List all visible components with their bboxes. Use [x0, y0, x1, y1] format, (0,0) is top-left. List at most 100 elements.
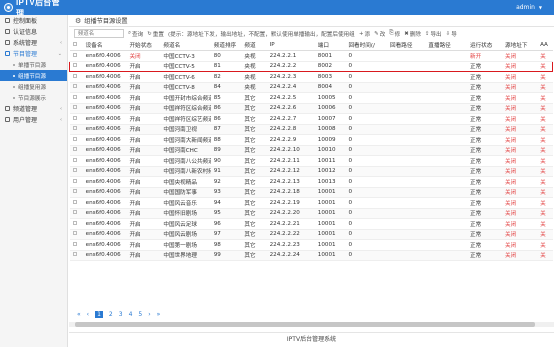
table-row[interactable]: ens6f0.4006 开启 中国CCTV-8 84 央视 224.2.2.4 8004 0 正… — [69, 82, 553, 93]
column-header[interactable]: 回看时间(/ — [345, 40, 388, 51]
table-cell: 关 — [537, 176, 553, 188]
row-checkbox[interactable] — [68, 60, 83, 72]
sidebar-item-dashboard[interactable]: 控制面板 — [0, 15, 67, 26]
row-checkbox[interactable] — [69, 197, 83, 209]
sidebar-subitem-multiplex[interactable]: 组播复用源 — [0, 81, 67, 92]
row-checkbox[interactable] — [69, 113, 83, 125]
row-checkbox[interactable] — [69, 145, 83, 156]
table-row[interactable]: ens6f0.4006 开启 中国河南八新农村频 91 其它 224.2.2.12 1001… — [69, 166, 553, 177]
reset-button[interactable]: ↻ 重置 — [147, 30, 164, 38]
table-cell: 其它 — [241, 166, 267, 177]
row-checkbox[interactable] — [69, 250, 83, 261]
table-cell — [387, 155, 426, 167]
row-checkbox[interactable] — [69, 229, 83, 240]
refresh-icon: ↻ — [147, 30, 152, 37]
row-checkbox[interactable] — [69, 103, 83, 114]
column-header[interactable]: 频道 — [241, 40, 267, 51]
column-header[interactable]: AA — [537, 40, 553, 51]
page-button[interactable]: 1 — [95, 311, 103, 318]
sidebar-subitem-multicast[interactable]: 组播节目源 — [0, 70, 67, 81]
table-row[interactable]: ens6f0.4006 开启 中国风云足球 96 其它 224.2.2.21 10001 0 正… — [69, 218, 553, 230]
table-row[interactable]: ens6f0.4006 开启 中国CCTV-6 82 央视 224.2.2.3 8003 0 正… — [69, 71, 553, 83]
column-header[interactable]: 频道排序 — [210, 40, 242, 51]
table-row[interactable]: ens6f0.4006 开启 中国风云剧场 97 其它 224.2.2.22 10001 0 正… — [69, 229, 553, 240]
import-button[interactable]: ⇩ 导 — [446, 30, 457, 38]
row-checkbox[interactable] — [69, 187, 83, 198]
row-checkbox[interactable] — [69, 166, 83, 177]
table-row[interactable]: ens6f0.4006 关闭 中国CCTV-3 80 央视 224.2.2.1 8001 0 新… — [69, 50, 553, 62]
search-input[interactable] — [74, 29, 124, 38]
table-row[interactable]: ens6f0.4006 开启 中国风云音乐 94 其它 224.2.2.19 10001 0 正… — [69, 197, 553, 209]
copy-button[interactable]: ⎘ 修 — [389, 30, 400, 38]
query-button[interactable]: ⌕ 查询 — [128, 30, 143, 38]
table-row[interactable]: ens6f0.4006 开启 中国河南大新闻频道 88 其它 224.2.2.9 10009… — [69, 134, 553, 146]
table-cell: 其它 — [241, 250, 267, 261]
user-menu[interactable]: admin — [516, 4, 535, 11]
table-cell: 开启 — [126, 60, 161, 72]
table-row[interactable]: ens6f0.4006 开启 中国世界地理 99 其它 224.2.2.24 10001 0 正… — [69, 250, 553, 261]
row-checkbox[interactable] — [69, 82, 83, 93]
column-header[interactable]: 开始状态 — [126, 40, 161, 51]
scrollbar-thumb[interactable] — [75, 322, 535, 327]
page-button[interactable]: 5 — [138, 311, 142, 318]
prev-page-button[interactable]: ‹ — [87, 311, 89, 318]
table-cell: 关 — [537, 187, 553, 198]
column-header[interactable]: 直播路径 — [425, 40, 467, 51]
table-row[interactable]: ens6f0.4006 开启 中国央视精品 92 其它 224.2.2.13 10013 0 正… — [69, 176, 553, 188]
column-header[interactable]: 设备名 — [82, 40, 127, 51]
table-row[interactable]: ens6f0.4006 开启 中国祥符区综艺频道 86 其它 224.2.2.7 10007… — [69, 113, 553, 125]
table-cell: 正常 — [466, 92, 503, 104]
table-row[interactable]: ens6f0.4006 开启 中国怀旧剧场 95 其它 224.2.2.20 10001 0 正… — [69, 208, 553, 219]
last-page-button[interactable]: » — [157, 311, 161, 318]
select-all-checkbox[interactable] — [69, 40, 83, 51]
sidebar-item-system[interactable]: 系统管理 ‹ — [0, 37, 67, 48]
table-row[interactable]: ens6f0.4006 开启 中国开封市综合频道 85 其它 224.2.2.5 10005… — [69, 92, 553, 104]
add-button[interactable]: + 添 — [359, 30, 370, 38]
table-row[interactable]: ens6f0.4006 开启 中国第一剧场 98 其它 224.2.2.23 10001 0 正… — [69, 239, 553, 251]
row-checkbox[interactable] — [69, 134, 83, 146]
column-header[interactable]: 运行状态 — [466, 40, 503, 51]
table-row[interactable]: ens6f0.4006 开启 中国国防军事 93 其它 224.2.2.18 10001 0 正… — [69, 187, 553, 198]
sidebar-item-users[interactable]: 用户管理 ‹ — [0, 114, 67, 125]
row-checkbox[interactable] — [69, 124, 83, 135]
page-button[interactable]: 4 — [129, 311, 133, 318]
column-header[interactable]: 频道名 — [160, 40, 211, 51]
export-button[interactable]: ⇪ 导出 — [425, 30, 442, 38]
column-header[interactable]: 端口 — [314, 40, 346, 51]
chevron-down-icon[interactable]: ▼ — [539, 5, 542, 10]
table-row[interactable]: ens6f0.4006 开启 中国河南CHC 89 其它 224.2.2.10 10010 0… — [69, 145, 553, 156]
table-cell: 92 — [210, 176, 242, 188]
table-row[interactable]: ens6f0.4006 开启 中国CCTV-5 81 央视 224.2.2.2 8002 0 正… — [68, 60, 554, 72]
table-cell: 224.2.2.13 — [266, 176, 315, 188]
sidebar-subitem-display[interactable]: 节目源展示 — [0, 92, 67, 103]
sidebar-subitem-unicast[interactable]: 单播节目源 — [0, 59, 67, 70]
table-cell — [425, 103, 467, 114]
row-checkbox[interactable] — [69, 71, 83, 83]
page-button[interactable]: 2 — [109, 311, 113, 318]
row-checkbox[interactable] — [69, 176, 83, 188]
column-header[interactable]: IP — [266, 40, 315, 51]
page-button[interactable]: 3 — [119, 311, 123, 318]
row-checkbox[interactable] — [69, 92, 83, 104]
column-header[interactable]: 源地址下 — [502, 40, 538, 51]
table-row[interactable]: ens6f0.4006 开启 中国河南卫视 87 其它 224.2.2.8 10008 0 正常… — [69, 124, 553, 135]
table-cell: 0 — [345, 197, 388, 209]
row-checkbox[interactable] — [69, 239, 83, 251]
delete-button[interactable]: ✖ 删除 — [404, 30, 421, 38]
row-checkbox[interactable] — [69, 155, 83, 167]
table-row[interactable]: ens6f0.4006 开启 中国祥符区综合频道 86 其它 224.2.2.6 10006… — [69, 103, 553, 114]
row-checkbox[interactable] — [69, 50, 83, 62]
table-cell: 中国祥符区综合频道 — [160, 103, 211, 114]
next-page-button[interactable]: › — [148, 311, 150, 318]
table-cell: 关 — [537, 229, 553, 240]
first-page-button[interactable]: « — [77, 311, 81, 318]
row-checkbox[interactable] — [69, 208, 83, 219]
sidebar-item-auth[interactable]: 认证信息 — [0, 26, 67, 37]
sidebar-item-channels[interactable]: 频道管理 ‹ — [0, 103, 67, 114]
horizontal-scrollbar[interactable] — [69, 322, 554, 327]
sidebar-item-programs[interactable]: 节目管理 ⌄ — [0, 48, 67, 59]
column-header[interactable]: 回看路径 — [387, 40, 426, 51]
table-row[interactable]: ens6f0.4006 开启 中国河南八公共频道 90 其它 224.2.2.11 1001… — [69, 155, 553, 167]
edit-button[interactable]: ✎ 改 — [374, 30, 385, 38]
row-checkbox[interactable] — [69, 218, 83, 230]
